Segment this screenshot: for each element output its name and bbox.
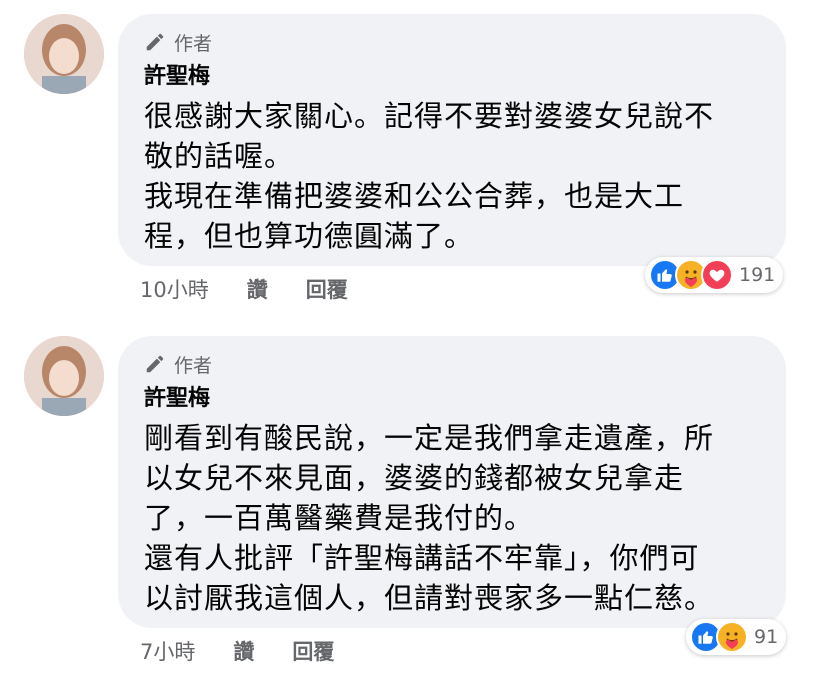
comment-line: 程，但也算功德圓滿了。: [144, 219, 475, 253]
comment-meta: 10小時 讚 回覆: [140, 274, 348, 304]
comment-bubble: 作者 許聖梅 很感謝大家關心。記得不要對婆婆女兒說不 敬的話喔。 我現在準備把婆…: [118, 14, 786, 266]
avatar[interactable]: [24, 14, 104, 94]
comment-bubble: 作者 許聖梅 剛看到有酸民說，一定是我們拿走遺產，所 以女兒不來見面，婆婆的錢都…: [118, 336, 786, 628]
comment-line: 很感謝大家關心。記得不要對婆婆女兒說不: [144, 99, 715, 133]
pencil-icon: [146, 355, 164, 373]
timestamp[interactable]: 7小時: [140, 636, 195, 666]
author-badge-label: 作者: [174, 32, 213, 55]
comment-line: 還有人批評「許聖梅講話不牢靠」，你們可: [144, 541, 700, 575]
comment-line: 以女兒不來見面，婆婆的錢都被女兒拿走: [144, 461, 685, 495]
timestamp[interactable]: 10小時: [140, 274, 209, 304]
avatar-photo-icon: [24, 14, 104, 94]
comment-line: 敬的話喔。: [144, 139, 295, 173]
reaction-summary[interactable]: 91: [686, 619, 787, 655]
like-button[interactable]: 讚: [247, 274, 268, 304]
reaction-count: 91: [754, 626, 779, 648]
commenter-name[interactable]: 許聖梅: [144, 384, 760, 414]
author-badge-label: 作者: [174, 354, 213, 377]
avatar[interactable]: [24, 336, 104, 416]
care-icon: [716, 621, 748, 653]
comment-text: 很感謝大家關心。記得不要對婆婆女兒說不 敬的話喔。 我現在準備把婆婆和公公合葬，…: [144, 96, 760, 256]
comment-line: 剛看到有酸民說，一定是我們拿走遺產，所: [144, 421, 715, 455]
comment-text: 剛看到有酸民說，一定是我們拿走遺產，所 以女兒不來見面，婆婆的錢都被女兒拿走 了…: [144, 418, 760, 618]
avatar-photo-icon: [24, 336, 104, 416]
pencil-icon: [146, 33, 164, 51]
love-icon: [701, 259, 733, 291]
comment-line: 我現在準備把婆婆和公公合葬，也是大工: [144, 179, 685, 213]
author-badge: 作者: [144, 28, 760, 56]
reply-button[interactable]: 回覆: [306, 274, 348, 304]
comment-line: 了，一百萬醫藥費是我付的。: [144, 501, 535, 535]
commenter-name[interactable]: 許聖梅: [144, 62, 760, 92]
comment-meta: 7小時 讚 回覆: [140, 636, 334, 666]
author-badge: 作者: [144, 350, 760, 378]
like-button[interactable]: 讚: [233, 636, 254, 666]
reaction-count: 191: [739, 264, 776, 286]
reaction-summary[interactable]: 191: [645, 257, 784, 293]
reply-button[interactable]: 回覆: [292, 636, 334, 666]
comment-line: 以討厭我這個人，但請對喪家多一點仁慈。: [144, 581, 715, 615]
